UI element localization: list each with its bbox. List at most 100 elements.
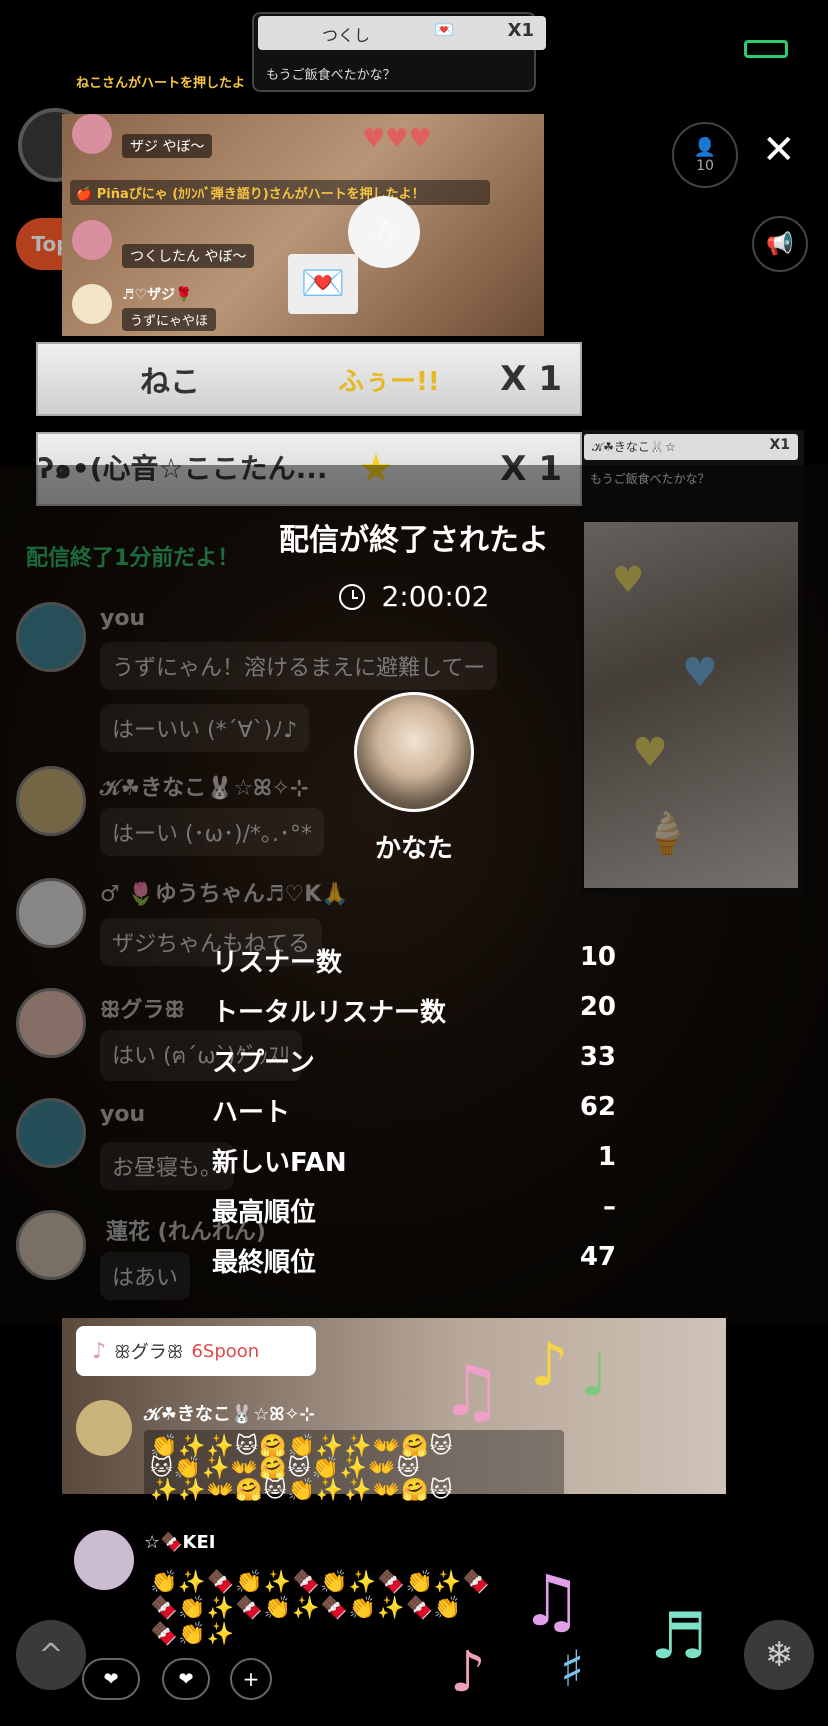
thumb-line-3-name: ♬♡ザジ🌹 bbox=[122, 287, 193, 303]
comment-emojis: 👏✨🍫👏✨🍫👏✨🍫👏✨🍫 bbox=[150, 1570, 491, 1595]
top-heart-notice: ねこさんがハートを押したよ bbox=[76, 76, 246, 91]
listeners-button[interactable]: 👤 10 bbox=[672, 122, 738, 188]
gift-card-comment: もうご飯食べたかな？ bbox=[266, 68, 396, 83]
chat-name: ꕥグラꕥ bbox=[100, 998, 185, 1023]
stat-value: 62 bbox=[579, 1092, 616, 1122]
person-icon: 👤 bbox=[693, 136, 717, 158]
stat-label: スプーン bbox=[212, 1048, 315, 1078]
stat-row: リスナー数 10 bbox=[212, 942, 616, 982]
music-notes-icon: ♪ bbox=[450, 1640, 486, 1705]
avatar bbox=[16, 766, 86, 836]
stat-value: 1 bbox=[597, 1142, 616, 1172]
thumb-heart-notice: 🍎 Piñaぴにゃ (ｶﾘﾝﾊﾞ弾き語り)さんがハートを押したよ！ bbox=[70, 180, 490, 205]
green-indicator-icon bbox=[744, 40, 788, 58]
stat-row: スプーン 33 bbox=[212, 1042, 616, 1082]
heart-icon: ❤ bbox=[103, 1668, 119, 1690]
avatar bbox=[16, 1210, 86, 1280]
comment-emojis: 🍫👏✨🍫👏✨🍫👏✨🍫👏 bbox=[150, 1596, 463, 1621]
right-gift-bar: 𝒦☘きなこ🐰☆ X1 bbox=[584, 434, 798, 460]
music-note-icon: ♪ bbox=[92, 1338, 107, 1364]
music-notes-icon: ♫ bbox=[520, 1560, 583, 1642]
fuu-sticker-icon: ふぅー!! bbox=[338, 366, 440, 397]
stat-value: 47 bbox=[579, 1242, 616, 1272]
snowflake-icon: ❄ bbox=[764, 1635, 794, 1675]
clock-icon bbox=[338, 584, 365, 610]
megaphone-button[interactable]: 📢 bbox=[752, 216, 808, 272]
gift-bar-1: ねこ ふぅー!! X 1 bbox=[36, 342, 582, 416]
chat-thumbnail: ザジ やぼ～ 🍎 Piñaぴにゃ (ｶﾘﾝﾊﾞ弾き語り)さんがハートを押したよ！… bbox=[62, 114, 544, 336]
stat-label: トータルリスナー数 bbox=[212, 998, 447, 1028]
stat-label: ハート bbox=[212, 1098, 291, 1128]
thumb-line-3-text: うずにゃやほ bbox=[122, 308, 217, 331]
envelope-icon: 💌 bbox=[288, 254, 358, 314]
duration-value: 2:00:02 bbox=[381, 580, 490, 613]
thumb-avatar-1 bbox=[72, 114, 112, 154]
stream-ended-title: 配信が終了されたよ bbox=[279, 523, 549, 558]
right-gift-name: 𝒦☘きなこ🐰☆ bbox=[592, 440, 676, 454]
thumb-line-2: つくしたん やぼ～ bbox=[122, 244, 255, 268]
avatar bbox=[16, 878, 86, 948]
gift-card-heart-icon: 💌 bbox=[434, 20, 454, 39]
comment-name: 𝒦☘きなこ🐰☆ꕤ✧⊹ bbox=[144, 1404, 315, 1425]
avatar bbox=[16, 1098, 86, 1168]
right-gift-count: X1 bbox=[769, 437, 790, 453]
gift-sender-name: ねこ bbox=[140, 365, 200, 400]
gift-card-top: つくし 💌 X1 もうご飯食べたかな？ bbox=[252, 12, 546, 92]
stat-value: 10 bbox=[579, 942, 616, 972]
stat-row: 最終順位 47 bbox=[212, 1242, 616, 1282]
stat-value: 33 bbox=[579, 1042, 616, 1072]
gift-card-count: X1 bbox=[507, 20, 534, 41]
stat-label: 最終順位 bbox=[212, 1248, 317, 1278]
thumb-avatar-2 bbox=[72, 220, 112, 260]
stat-label: 新しいFAN bbox=[212, 1148, 347, 1178]
heart-button-1[interactable]: ❤ bbox=[82, 1658, 140, 1700]
snowflake-button[interactable]: ❄ bbox=[744, 1620, 814, 1690]
music-notes-icon: ♪ bbox=[530, 1330, 569, 1400]
stat-row: 最高順位 – bbox=[212, 1192, 616, 1232]
gift-card-name: つくし bbox=[322, 26, 371, 45]
comment-avatar bbox=[76, 1400, 132, 1456]
comment-name: ☆🍫KEI bbox=[144, 1532, 216, 1553]
gift-count: X 1 bbox=[500, 359, 562, 399]
snowman-icon: ☃ bbox=[348, 196, 420, 268]
megaphone-icon: 📢 bbox=[766, 231, 794, 257]
chat-message: はあい bbox=[100, 1252, 191, 1300]
host-name: かなた bbox=[374, 834, 453, 864]
spoon-card: ♪ ꕥグラꕥ 6Spoon bbox=[76, 1326, 316, 1376]
spoon-card-amount: 6Spoon bbox=[191, 1340, 260, 1362]
avatar bbox=[16, 988, 86, 1058]
comment-emojis: ✨✨👐🤗🐱👏✨✨👐🤗🐱 bbox=[150, 1478, 454, 1503]
stat-label: 最高順位 bbox=[212, 1198, 317, 1228]
chat-name: 𝒦☘きなこ🐰☆ꕤ✧⊹ bbox=[100, 776, 309, 801]
stat-label: リスナー数 bbox=[212, 948, 343, 978]
music-notes-icon: ♯ bbox=[560, 1640, 585, 1698]
stat-row: ハート 62 bbox=[212, 1092, 616, 1132]
stat-row: 新しいFAN 1 bbox=[212, 1142, 616, 1182]
host-avatar bbox=[354, 692, 474, 812]
close-icon[interactable]: ✕ bbox=[762, 130, 796, 170]
heart-icon: ❤ bbox=[178, 1668, 194, 1690]
comment-emojis: 🍫👏✨ bbox=[150, 1622, 236, 1647]
listener-count: 10 bbox=[696, 157, 714, 174]
scroll-up-button[interactable]: ^ bbox=[16, 1620, 86, 1690]
plus-icon: + bbox=[242, 1667, 260, 1691]
stat-value: – bbox=[603, 1192, 616, 1222]
stat-value: 20 bbox=[579, 992, 616, 1022]
spoon-card-name: ꕥグラꕥ bbox=[114, 1342, 184, 1363]
gift-card-bar: つくし 💌 X1 bbox=[258, 16, 546, 50]
duration-row: 2:00:02 bbox=[0, 580, 828, 613]
thumb-avatar-3 bbox=[72, 284, 112, 324]
chat-name: ♂ 🌷ゆうちゃん♬♡K🙏 bbox=[100, 882, 349, 907]
plus-button[interactable]: + bbox=[230, 1658, 272, 1700]
hearts-balloon-icon: ♥♥♥ bbox=[362, 124, 432, 154]
music-notes-icon: ♫ bbox=[440, 1350, 503, 1432]
music-notes-icon: ♬ bbox=[650, 1600, 708, 1674]
heart-button-2[interactable]: ❤ bbox=[162, 1658, 210, 1700]
music-notes-icon: ♩ bbox=[580, 1340, 609, 1410]
thumb-line-1: ザジ やぼ～ bbox=[122, 134, 213, 158]
stat-row: トータルリスナー数 20 bbox=[212, 992, 616, 1032]
chat-name: you bbox=[100, 1102, 146, 1127]
comment-avatar bbox=[74, 1530, 134, 1590]
chevron-up-icon: ^ bbox=[38, 1637, 64, 1673]
chat-message: はーいい (*´∀`)ﾉ♪ bbox=[100, 704, 310, 752]
